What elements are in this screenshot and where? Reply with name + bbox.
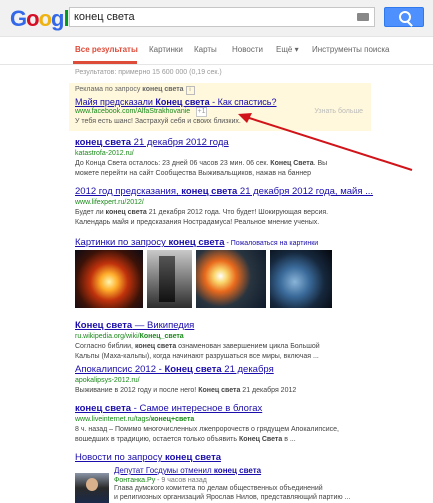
arrow-line [242, 115, 413, 171]
annotation-arrow [238, 113, 413, 171]
